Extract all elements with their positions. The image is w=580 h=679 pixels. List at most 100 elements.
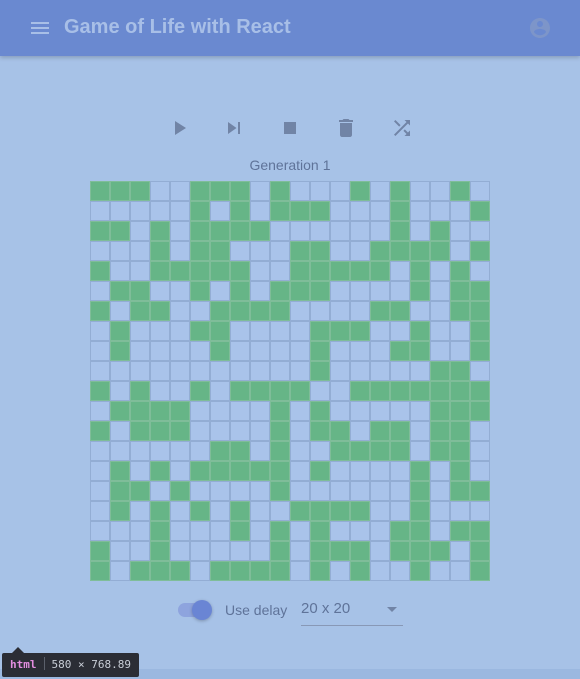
cell-alive[interactable] xyxy=(230,301,250,321)
cell-alive[interactable] xyxy=(190,241,210,261)
cell-alive[interactable] xyxy=(330,321,350,341)
cell-alive[interactable] xyxy=(430,361,450,381)
cell-dead[interactable] xyxy=(470,361,490,381)
play-button[interactable] xyxy=(167,116,191,140)
cell-alive[interactable] xyxy=(110,281,130,301)
cell-dead[interactable] xyxy=(250,261,270,281)
cell-dead[interactable] xyxy=(170,241,190,261)
cell-alive[interactable] xyxy=(470,241,490,261)
cell-alive[interactable] xyxy=(270,301,290,321)
cell-dead[interactable] xyxy=(250,321,270,341)
cell-alive[interactable] xyxy=(430,441,450,461)
cell-dead[interactable] xyxy=(290,561,310,581)
cell-dead[interactable] xyxy=(250,481,270,501)
cell-alive[interactable] xyxy=(310,521,330,541)
cell-alive[interactable] xyxy=(270,401,290,421)
cell-dead[interactable] xyxy=(330,301,350,321)
cell-alive[interactable] xyxy=(150,521,170,541)
cell-dead[interactable] xyxy=(330,561,350,581)
cell-alive[interactable] xyxy=(110,181,130,201)
cell-alive[interactable] xyxy=(390,381,410,401)
cell-dead[interactable] xyxy=(270,501,290,521)
cell-dead[interactable] xyxy=(170,501,190,521)
cell-dead[interactable] xyxy=(350,301,370,321)
cell-alive[interactable] xyxy=(410,561,430,581)
cell-dead[interactable] xyxy=(390,481,410,501)
cell-alive[interactable] xyxy=(410,481,430,501)
cell-alive[interactable] xyxy=(130,401,150,421)
cell-alive[interactable] xyxy=(310,501,330,521)
cell-alive[interactable] xyxy=(230,201,250,221)
cell-dead[interactable] xyxy=(290,461,310,481)
cell-alive[interactable] xyxy=(150,541,170,561)
menu-button[interactable] xyxy=(28,16,52,40)
cell-dead[interactable] xyxy=(290,321,310,341)
cell-dead[interactable] xyxy=(410,421,430,441)
cell-alive[interactable] xyxy=(450,441,470,461)
cell-alive[interactable] xyxy=(450,401,470,421)
cell-dead[interactable] xyxy=(330,281,350,301)
cell-dead[interactable] xyxy=(310,481,330,501)
cell-dead[interactable] xyxy=(270,241,290,261)
cell-dead[interactable] xyxy=(350,421,370,441)
stop-button[interactable] xyxy=(278,116,302,140)
cell-alive[interactable] xyxy=(350,381,370,401)
cell-alive[interactable] xyxy=(430,221,450,241)
cell-alive[interactable] xyxy=(90,261,110,281)
cell-alive[interactable] xyxy=(450,421,470,441)
cell-alive[interactable] xyxy=(110,341,130,361)
cell-alive[interactable] xyxy=(270,281,290,301)
cell-alive[interactable] xyxy=(90,221,110,241)
cell-alive[interactable] xyxy=(310,201,330,221)
cell-dead[interactable] xyxy=(210,421,230,441)
cell-dead[interactable] xyxy=(450,541,470,561)
cell-dead[interactable] xyxy=(330,401,350,421)
cell-dead[interactable] xyxy=(410,181,430,201)
cell-alive[interactable] xyxy=(210,321,230,341)
cell-alive[interactable] xyxy=(470,281,490,301)
cell-alive[interactable] xyxy=(470,341,490,361)
cell-dead[interactable] xyxy=(230,401,250,421)
cell-dead[interactable] xyxy=(390,361,410,381)
cell-dead[interactable] xyxy=(130,501,150,521)
cell-alive[interactable] xyxy=(350,541,370,561)
cell-dead[interactable] xyxy=(370,221,390,241)
cell-alive[interactable] xyxy=(130,301,150,321)
cell-dead[interactable] xyxy=(370,521,390,541)
cell-dead[interactable] xyxy=(390,261,410,281)
cell-alive[interactable] xyxy=(290,501,310,521)
cell-alive[interactable] xyxy=(470,481,490,501)
cell-dead[interactable] xyxy=(330,381,350,401)
cell-dead[interactable] xyxy=(410,201,430,221)
cell-alive[interactable] xyxy=(270,201,290,221)
cell-dead[interactable] xyxy=(150,361,170,381)
cell-alive[interactable] xyxy=(410,261,430,281)
cell-alive[interactable] xyxy=(150,561,170,581)
cell-alive[interactable] xyxy=(330,421,350,441)
cell-alive[interactable] xyxy=(230,461,250,481)
cell-alive[interactable] xyxy=(310,461,330,481)
cell-alive[interactable] xyxy=(430,241,450,261)
cell-alive[interactable] xyxy=(270,421,290,441)
cell-alive[interactable] xyxy=(170,401,190,421)
cell-dead[interactable] xyxy=(290,441,310,461)
cell-dead[interactable] xyxy=(270,261,290,281)
cell-dead[interactable] xyxy=(130,541,150,561)
cell-dead[interactable] xyxy=(330,201,350,221)
cell-alive[interactable] xyxy=(210,561,230,581)
cell-dead[interactable] xyxy=(170,221,190,241)
cell-alive[interactable] xyxy=(290,261,310,281)
cell-dead[interactable] xyxy=(130,441,150,461)
cell-alive[interactable] xyxy=(290,281,310,301)
cell-dead[interactable] xyxy=(110,381,130,401)
cell-alive[interactable] xyxy=(370,421,390,441)
cell-dead[interactable] xyxy=(430,181,450,201)
cell-dead[interactable] xyxy=(230,361,250,381)
cell-dead[interactable] xyxy=(90,521,110,541)
cell-dead[interactable] xyxy=(230,341,250,361)
cell-dead[interactable] xyxy=(250,401,270,421)
cell-dead[interactable] xyxy=(330,241,350,261)
account-button[interactable] xyxy=(528,16,552,40)
cell-dead[interactable] xyxy=(370,541,390,561)
cell-dead[interactable] xyxy=(110,361,130,381)
